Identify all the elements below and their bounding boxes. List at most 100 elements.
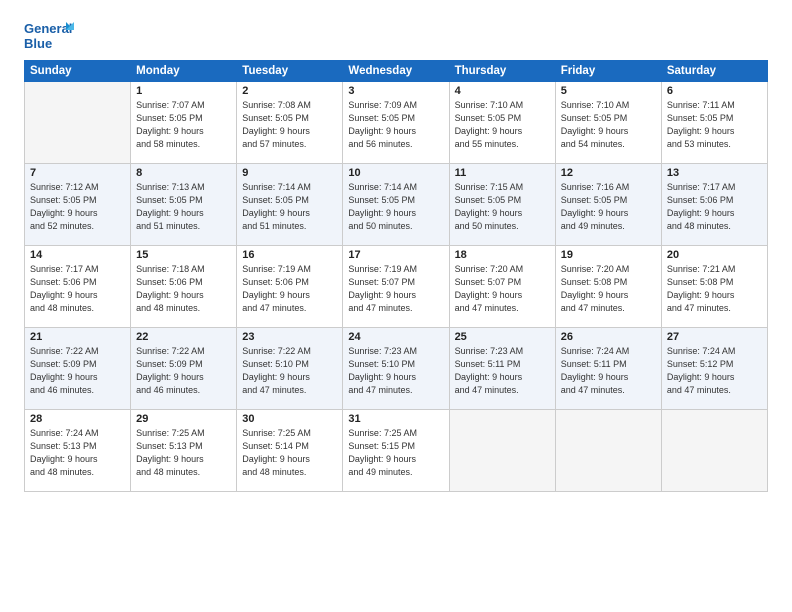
logo-svg: GeneralBlue bbox=[24, 18, 76, 54]
day-number: 19 bbox=[561, 249, 656, 261]
day-number: 3 bbox=[348, 85, 443, 97]
calendar-week-1: 1 Sunrise: 7:07 AM Sunset: 5:05 PM Daylig… bbox=[25, 82, 768, 164]
calendar-cell bbox=[25, 82, 131, 164]
day-number: 27 bbox=[667, 331, 762, 343]
day-number: 2 bbox=[242, 85, 337, 97]
calendar-cell: 8 Sunrise: 7:13 AM Sunset: 5:05 PM Daylig… bbox=[131, 164, 237, 246]
calendar-cell: 28 Sunrise: 7:24 AM Sunset: 5:13 PM Dayli… bbox=[25, 410, 131, 492]
day-info: Sunrise: 7:17 AM Sunset: 5:06 PM Dayligh… bbox=[667, 181, 762, 233]
svg-text:General: General bbox=[24, 21, 72, 36]
day-number: 22 bbox=[136, 331, 231, 343]
day-info: Sunrise: 7:24 AM Sunset: 5:11 PM Dayligh… bbox=[561, 345, 656, 397]
day-number: 13 bbox=[667, 167, 762, 179]
day-number: 8 bbox=[136, 167, 231, 179]
day-info: Sunrise: 7:25 AM Sunset: 5:14 PM Dayligh… bbox=[242, 427, 337, 479]
header: GeneralBlue bbox=[24, 18, 768, 54]
day-info: Sunrise: 7:24 AM Sunset: 5:12 PM Dayligh… bbox=[667, 345, 762, 397]
calendar-week-4: 21 Sunrise: 7:22 AM Sunset: 5:09 PM Dayli… bbox=[25, 328, 768, 410]
day-number: 7 bbox=[30, 167, 125, 179]
day-info: Sunrise: 7:22 AM Sunset: 5:10 PM Dayligh… bbox=[242, 345, 337, 397]
day-info: Sunrise: 7:17 AM Sunset: 5:06 PM Dayligh… bbox=[30, 263, 125, 315]
day-info: Sunrise: 7:10 AM Sunset: 5:05 PM Dayligh… bbox=[455, 99, 550, 151]
day-info: Sunrise: 7:19 AM Sunset: 5:07 PM Dayligh… bbox=[348, 263, 443, 315]
calendar-cell: 30Sunrise: 7:25 AM Sunset: 5:14 PM Dayli… bbox=[237, 410, 343, 492]
day-number: 14 bbox=[30, 249, 125, 261]
calendar-week-5: 28 Sunrise: 7:24 AM Sunset: 5:13 PM Dayli… bbox=[25, 410, 768, 492]
calendar-cell: 16 Sunrise: 7:19 AM Sunset: 5:06 PM Dayli… bbox=[237, 246, 343, 328]
day-number: 5 bbox=[561, 85, 656, 97]
calendar-cell: 13 Sunrise: 7:17 AM Sunset: 5:06 PM Dayli… bbox=[661, 164, 767, 246]
calendar-table: SundayMondayTuesdayWednesdayThursdayFrid… bbox=[24, 60, 768, 492]
calendar-cell: 7 Sunrise: 7:12 AM Sunset: 5:05 PM Daylig… bbox=[25, 164, 131, 246]
col-header-sunday: Sunday bbox=[25, 61, 131, 82]
calendar-cell: 3Sunrise: 7:09 AM Sunset: 5:05 PM Daylig… bbox=[343, 82, 449, 164]
col-header-monday: Monday bbox=[131, 61, 237, 82]
day-info: Sunrise: 7:25 AM Sunset: 5:15 PM Dayligh… bbox=[348, 427, 443, 479]
page: GeneralBlue SundayMondayTuesdayWednesday… bbox=[0, 0, 792, 612]
day-info: Sunrise: 7:13 AM Sunset: 5:05 PM Dayligh… bbox=[136, 181, 231, 233]
day-info: Sunrise: 7:19 AM Sunset: 5:06 PM Dayligh… bbox=[242, 263, 337, 315]
calendar-cell: 10 Sunrise: 7:14 AM Sunset: 5:05 PM Dayli… bbox=[343, 164, 449, 246]
calendar-cell: 24 Sunrise: 7:23 AM Sunset: 5:10 PM Dayli… bbox=[343, 328, 449, 410]
day-info: Sunrise: 7:20 AM Sunset: 5:08 PM Dayligh… bbox=[561, 263, 656, 315]
calendar-cell: 26Sunrise: 7:24 AM Sunset: 5:11 PM Dayli… bbox=[555, 328, 661, 410]
day-number: 11 bbox=[455, 167, 550, 179]
day-info: Sunrise: 7:10 AM Sunset: 5:05 PM Dayligh… bbox=[561, 99, 656, 151]
calendar-cell: 31 Sunrise: 7:25 AM Sunset: 5:15 PM Dayli… bbox=[343, 410, 449, 492]
calendar-week-3: 14 Sunrise: 7:17 AM Sunset: 5:06 PM Dayli… bbox=[25, 246, 768, 328]
day-info: Sunrise: 7:11 AM Sunset: 5:05 PM Dayligh… bbox=[667, 99, 762, 151]
col-header-friday: Friday bbox=[555, 61, 661, 82]
day-info: Sunrise: 7:22 AM Sunset: 5:09 PM Dayligh… bbox=[30, 345, 125, 397]
day-info: Sunrise: 7:18 AM Sunset: 5:06 PM Dayligh… bbox=[136, 263, 231, 315]
logo: GeneralBlue bbox=[24, 18, 76, 54]
calendar-cell: 2 Sunrise: 7:08 AM Sunset: 5:05 PM Daylig… bbox=[237, 82, 343, 164]
day-info: Sunrise: 7:25 AM Sunset: 5:13 PM Dayligh… bbox=[136, 427, 231, 479]
day-number: 23 bbox=[242, 331, 337, 343]
day-number: 9 bbox=[242, 167, 337, 179]
calendar-cell: 18Sunrise: 7:20 AM Sunset: 5:07 PM Dayli… bbox=[449, 246, 555, 328]
calendar-cell bbox=[555, 410, 661, 492]
day-number: 4 bbox=[455, 85, 550, 97]
day-number: 21 bbox=[30, 331, 125, 343]
calendar-cell: 29 Sunrise: 7:25 AM Sunset: 5:13 PM Dayli… bbox=[131, 410, 237, 492]
calendar-cell: 11 Sunrise: 7:15 AM Sunset: 5:05 PM Dayli… bbox=[449, 164, 555, 246]
col-header-saturday: Saturday bbox=[661, 61, 767, 82]
calendar-cell: 12 Sunrise: 7:16 AM Sunset: 5:05 PM Dayli… bbox=[555, 164, 661, 246]
calendar-cell: 22Sunrise: 7:22 AM Sunset: 5:09 PM Dayli… bbox=[131, 328, 237, 410]
day-number: 31 bbox=[348, 413, 443, 425]
day-number: 1 bbox=[136, 85, 231, 97]
day-number: 28 bbox=[30, 413, 125, 425]
day-number: 12 bbox=[561, 167, 656, 179]
calendar-cell: 23 Sunrise: 7:22 AM Sunset: 5:10 PM Dayli… bbox=[237, 328, 343, 410]
calendar-cell: 19 Sunrise: 7:20 AM Sunset: 5:08 PM Dayli… bbox=[555, 246, 661, 328]
day-info: Sunrise: 7:16 AM Sunset: 5:05 PM Dayligh… bbox=[561, 181, 656, 233]
day-number: 16 bbox=[242, 249, 337, 261]
day-info: Sunrise: 7:14 AM Sunset: 5:05 PM Dayligh… bbox=[348, 181, 443, 233]
calendar-cell: 1 Sunrise: 7:07 AM Sunset: 5:05 PM Daylig… bbox=[131, 82, 237, 164]
day-number: 10 bbox=[348, 167, 443, 179]
calendar-week-2: 7 Sunrise: 7:12 AM Sunset: 5:05 PM Daylig… bbox=[25, 164, 768, 246]
day-number: 25 bbox=[455, 331, 550, 343]
calendar-cell: 15Sunrise: 7:18 AM Sunset: 5:06 PM Dayli… bbox=[131, 246, 237, 328]
calendar-header-row: SundayMondayTuesdayWednesdayThursdayFrid… bbox=[25, 61, 768, 82]
col-header-wednesday: Wednesday bbox=[343, 61, 449, 82]
calendar-cell: 14 Sunrise: 7:17 AM Sunset: 5:06 PM Dayli… bbox=[25, 246, 131, 328]
day-info: Sunrise: 7:07 AM Sunset: 5:05 PM Dayligh… bbox=[136, 99, 231, 151]
day-info: Sunrise: 7:14 AM Sunset: 5:05 PM Dayligh… bbox=[242, 181, 337, 233]
day-info: Sunrise: 7:21 AM Sunset: 5:08 PM Dayligh… bbox=[667, 263, 762, 315]
calendar-cell bbox=[661, 410, 767, 492]
day-info: Sunrise: 7:08 AM Sunset: 5:05 PM Dayligh… bbox=[242, 99, 337, 151]
day-number: 18 bbox=[455, 249, 550, 261]
day-number: 6 bbox=[667, 85, 762, 97]
day-info: Sunrise: 7:15 AM Sunset: 5:05 PM Dayligh… bbox=[455, 181, 550, 233]
day-info: Sunrise: 7:24 AM Sunset: 5:13 PM Dayligh… bbox=[30, 427, 125, 479]
day-info: Sunrise: 7:23 AM Sunset: 5:10 PM Dayligh… bbox=[348, 345, 443, 397]
calendar-cell bbox=[449, 410, 555, 492]
day-number: 24 bbox=[348, 331, 443, 343]
calendar-cell: 6 Sunrise: 7:11 AM Sunset: 5:05 PM Daylig… bbox=[661, 82, 767, 164]
col-header-thursday: Thursday bbox=[449, 61, 555, 82]
calendar-cell: 27 Sunrise: 7:24 AM Sunset: 5:12 PM Dayli… bbox=[661, 328, 767, 410]
day-number: 20 bbox=[667, 249, 762, 261]
day-number: 29 bbox=[136, 413, 231, 425]
day-info: Sunrise: 7:12 AM Sunset: 5:05 PM Dayligh… bbox=[30, 181, 125, 233]
